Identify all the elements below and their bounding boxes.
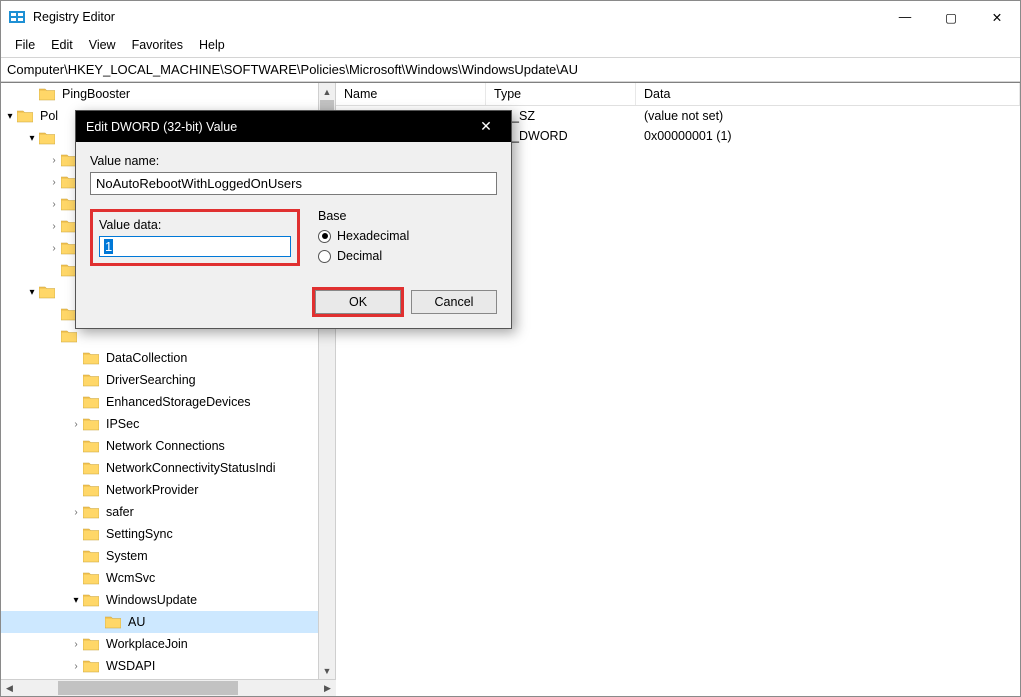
menu-edit[interactable]: Edit — [43, 35, 81, 55]
tree-label: IPSec — [103, 416, 142, 432]
base-label: Base — [318, 209, 497, 223]
tree-label: WSDAPI — [103, 658, 158, 674]
tree-label: WindowsUpdate — [103, 592, 200, 608]
scroll-up-icon[interactable]: ▲ — [319, 83, 335, 100]
tree-label: System — [103, 548, 151, 564]
tree-label: WcmSvc — [103, 570, 158, 586]
tree-node[interactable]: ›NetworkConnectivityStatusIndi — [1, 457, 335, 479]
chevron-right-icon[interactable]: › — [69, 419, 83, 430]
cancel-button[interactable]: Cancel — [411, 290, 497, 314]
tree-node[interactable]: ›NetworkProvider — [1, 479, 335, 501]
menubar: File Edit View Favorites Help — [1, 33, 1020, 57]
col-data[interactable]: Data — [636, 83, 1020, 105]
tree-node[interactable]: ›System — [1, 545, 335, 567]
radio-hex-icon — [318, 230, 331, 243]
maximize-button[interactable]: ▢ — [928, 1, 974, 33]
tree-node[interactable]: › WSDAPI — [1, 655, 335, 677]
ok-button[interactable]: OK — [315, 290, 401, 314]
titlebar[interactable]: Registry Editor — ▢ ✕ — [1, 1, 1020, 33]
tree-label — [59, 291, 65, 293]
dialog-title: Edit DWORD (32-bit) Value — [86, 120, 237, 134]
tree-label: DriverSearching — [103, 372, 199, 388]
chevron-down-icon[interactable]: ▾ — [25, 133, 39, 144]
chevron-right-icon[interactable]: › — [47, 221, 61, 232]
menu-file[interactable]: File — [7, 35, 43, 55]
tree-node[interactable]: ›EnhancedStorageDevices — [1, 391, 335, 413]
tree-label: SettingSync — [103, 526, 176, 542]
tree-node[interactable]: ›DataCollection — [1, 347, 335, 369]
chevron-down-icon[interactable]: ▾ — [25, 287, 39, 298]
value-name-input[interactable] — [90, 172, 497, 195]
tree-label — [81, 335, 87, 337]
tree-label: Network Connections — [103, 438, 228, 454]
list-header: Name Type Data — [336, 83, 1020, 106]
chevron-right-icon[interactable]: › — [69, 639, 83, 650]
value-data-input[interactable]: 1 — [99, 236, 291, 257]
chevron-down-icon[interactable]: ▾ — [69, 595, 83, 606]
tree-label: NetworkProvider — [103, 482, 201, 498]
tree-label: Pol — [37, 108, 61, 124]
scroll-right-icon[interactable]: ▶ — [319, 680, 336, 696]
tree-horizontal-scrollbar[interactable]: ◀ ▶ — [1, 679, 336, 696]
registry-editor-window: Registry Editor — ▢ ✕ File Edit View Fav… — [0, 0, 1021, 697]
tree-node[interactable]: › WorkplaceJoin — [1, 633, 335, 655]
edit-dword-dialog: Edit DWORD (32-bit) Value ✕ Value name: … — [75, 110, 512, 329]
address-bar[interactable]: Computer\HKEY_LOCAL_MACHINE\SOFTWARE\Pol… — [1, 57, 1020, 82]
hscroll-thumb[interactable] — [58, 681, 238, 695]
col-type[interactable]: Type — [486, 83, 636, 105]
tree-label: AU — [125, 614, 148, 630]
radio-decimal[interactable]: Decimal — [318, 249, 497, 263]
scroll-left-icon[interactable]: ◀ — [1, 680, 18, 696]
tree-label: EnhancedStorageDevices — [103, 394, 254, 410]
menu-favorites[interactable]: Favorites — [124, 35, 191, 55]
tree-node[interactable]: ›WcmSvc — [1, 567, 335, 589]
scroll-down-icon[interactable]: ▼ — [319, 662, 335, 679]
tree-node[interactable]: ›DriverSearching — [1, 369, 335, 391]
chevron-right-icon[interactable]: › — [47, 243, 61, 254]
menu-help[interactable]: Help — [191, 35, 233, 55]
tree-node[interactable]: ›Network Connections — [1, 435, 335, 457]
tree-node[interactable]: ›SettingSync — [1, 523, 335, 545]
tree-label: NetworkConnectivityStatusIndi — [103, 460, 279, 476]
value-data-label: Value data: — [99, 218, 291, 232]
app-title: Registry Editor — [33, 10, 115, 24]
radio-hexadecimal[interactable]: Hexadecimal — [318, 229, 497, 243]
tree-label: DataCollection — [103, 350, 190, 366]
close-button[interactable]: ✕ — [974, 1, 1020, 33]
chevron-right-icon[interactable]: › — [69, 661, 83, 672]
menu-view[interactable]: View — [81, 35, 124, 55]
value-name-label: Value name: — [90, 154, 497, 168]
tree-node[interactable]: ›PingBooster — [1, 83, 335, 105]
minimize-button[interactable]: — — [882, 1, 928, 33]
dialog-close-button[interactable]: ✕ — [471, 118, 501, 135]
chevron-right-icon[interactable]: › — [47, 177, 61, 188]
value-data-highlight: Value data: 1 — [90, 209, 300, 266]
tree-label: WorkplaceJoin — [103, 636, 191, 652]
tree-label: safer — [103, 504, 137, 520]
chevron-right-icon[interactable]: › — [47, 155, 61, 166]
col-name[interactable]: Name — [336, 83, 486, 105]
tree-node[interactable]: ▾ WindowsUpdate — [1, 589, 335, 611]
chevron-right-icon[interactable]: › — [69, 507, 83, 518]
tree-node[interactable]: ›AU — [1, 611, 335, 633]
regedit-icon — [9, 9, 25, 25]
tree-node[interactable]: › IPSec — [1, 413, 335, 435]
tree-label: PingBooster — [59, 86, 133, 102]
radio-dec-icon — [318, 250, 331, 263]
tree-node[interactable]: › safer — [1, 501, 335, 523]
tree-label — [59, 137, 65, 139]
chevron-down-icon[interactable]: ▾ — [3, 111, 17, 122]
chevron-right-icon[interactable]: › — [47, 199, 61, 210]
dialog-titlebar[interactable]: Edit DWORD (32-bit) Value ✕ — [76, 111, 511, 142]
